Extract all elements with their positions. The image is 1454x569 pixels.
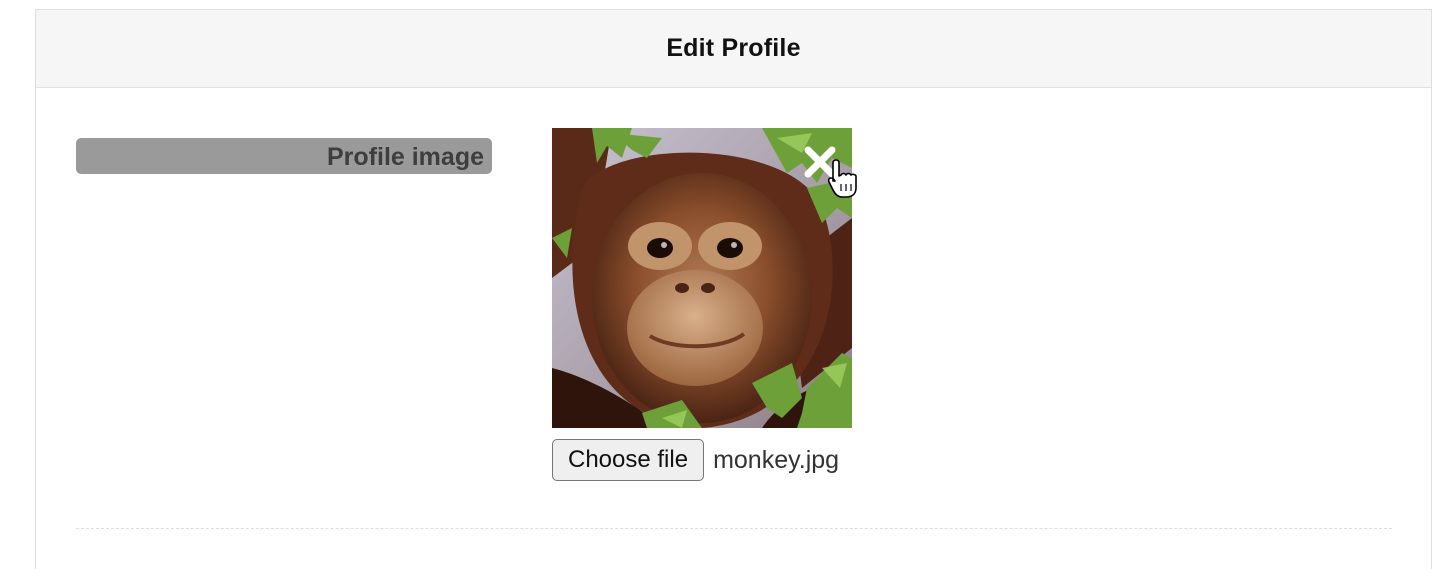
- section-divider: [76, 528, 1392, 529]
- file-input-row: Choose file monkey.jpg: [552, 439, 839, 481]
- choose-file-button[interactable]: Choose file: [552, 439, 705, 481]
- selected-file-name: monkey.jpg: [713, 445, 840, 474]
- profile-image-label: Profile image: [76, 138, 492, 174]
- page-title: Edit Profile: [666, 34, 801, 62]
- panel-header: Edit Profile: [36, 10, 1431, 88]
- edit-profile-panel: Edit Profile Profile image Choose file m…: [35, 9, 1432, 569]
- hand-pointer-icon: [827, 159, 857, 198]
